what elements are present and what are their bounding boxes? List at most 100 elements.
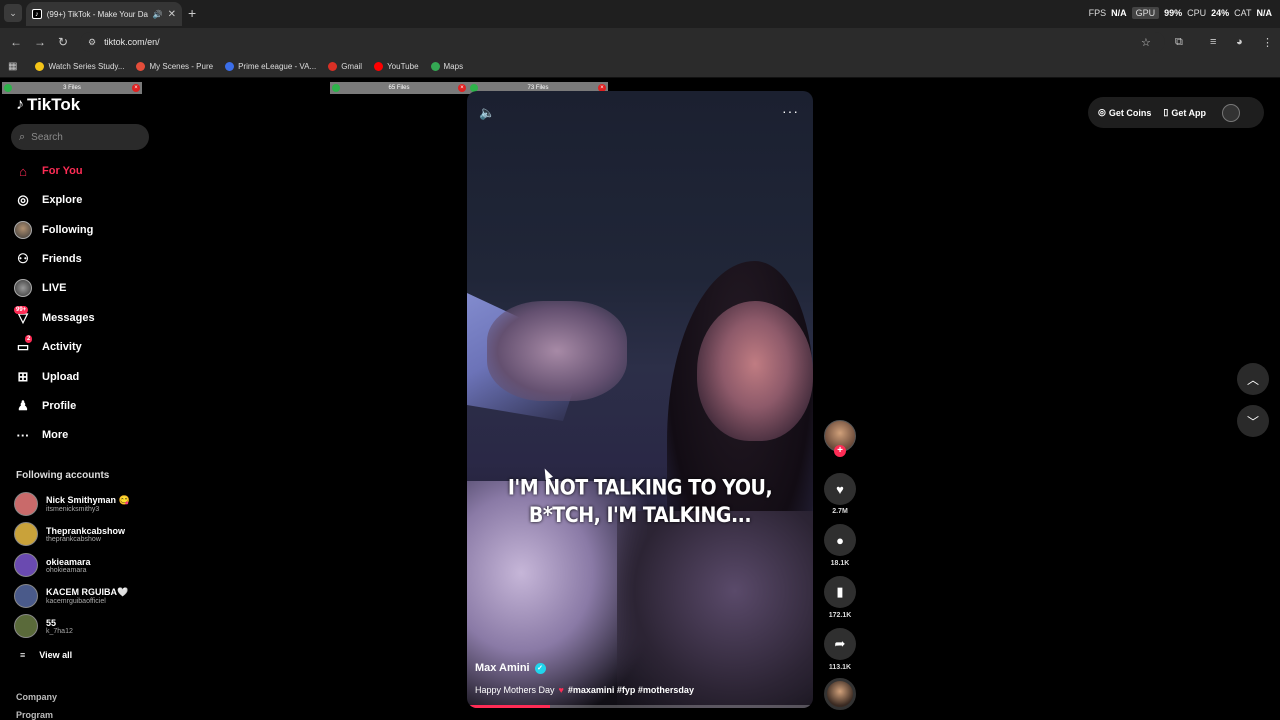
bookmark-icon: ▮ [836,584,844,599]
tab-search-button[interactable]: ⌄ [4,4,22,22]
share-arrow-icon: ➦ [834,636,846,651]
avatar [14,492,38,516]
follow-plus-icon[interactable]: + [834,445,846,457]
fps-value: N/A [1111,8,1127,18]
compass-icon: ◎ [17,192,29,207]
profile-avatar-icon[interactable]: ◕ [1236,36,1243,48]
tiktok-logo[interactable]: ♪ TikTok [16,95,80,115]
footer-company-link[interactable]: Company [16,692,57,702]
tab-close-icon[interactable]: ✕ [168,9,176,20]
messages-badge: 99+ [14,306,29,314]
get-coins-button[interactable]: ◎ Get Coins [1098,107,1151,118]
bookmark-item[interactable]: YouTube [374,62,419,71]
maps-icon [430,62,440,71]
nav-label: More [42,429,69,441]
author-name: Max Amini [475,662,530,674]
nav-live[interactable]: LIVE [14,278,66,298]
following-accounts-title: Following accounts [16,470,110,481]
following-account[interactable]: okieamara ohokieamara [14,553,91,577]
site-info-icon[interactable]: ⚙ [88,37,96,48]
video-frame-detail [487,301,627,401]
following-account[interactable]: Nick Smithyman 😋 itsmenicksmithy3 [14,492,130,516]
cat-value: N/A [1256,8,1273,18]
tab-audio-icon[interactable]: 🔊 [153,10,163,19]
new-tab-button[interactable]: + [188,5,196,21]
bookmark-item[interactable]: Maps [430,62,463,71]
close-icon[interactable]: × [132,84,140,92]
bookmark-icon [35,62,45,71]
nav-more[interactable]: ··· More [14,425,69,445]
url-text[interactable]: tiktok.com/en/ [104,37,160,47]
gmail-icon [328,62,338,71]
apps-grid-icon[interactable]: ▦ [8,61,17,72]
heart-icon: ♥ [836,481,844,497]
like-button[interactable]: ♥ [824,473,856,505]
bookmark-label: Gmail [341,62,363,71]
previous-video-button[interactable]: ︿ [1237,363,1269,395]
bookmark-item[interactable]: Watch Series Study... [35,62,124,71]
forward-arrow-icon[interactable]: → [34,35,46,49]
account-handle: ohokieamara [46,566,87,574]
verified-badge-icon: ✓ [534,662,546,674]
user-avatar[interactable] [1222,103,1240,122]
bookmark-label: YouTube [387,62,419,71]
more-icon: ··· [16,427,30,443]
following-account[interactable]: 55 k_7ha12 [14,614,73,638]
nav-activity[interactable]: ▭ 2 Activity [14,335,82,357]
comment-button[interactable]: ● [824,524,856,556]
view-all-link[interactable]: ≡ View all [20,650,72,660]
get-app-button[interactable]: ▯ Get App [1163,107,1206,118]
video-player[interactable]: 🔈 ··· I'M NOT TALKING TO YOU, B*TCH, I'M… [467,91,813,708]
video-author[interactable]: Max Amini ✓ [475,662,546,674]
media-controls-icon[interactable]: ≡ [1210,36,1216,48]
account-name: 55 [46,617,57,628]
browser-tab[interactable]: ♪ (99+) TikTok - Make Your Day 🔊 ✕ [26,2,182,26]
volume-icon[interactable]: 🔈 [479,105,495,121]
account-handle: itsmenicksmithy3 [46,506,100,513]
nav-explore[interactable]: ◎ Explore [14,190,82,210]
nav-friends[interactable]: ⚇ Friends [14,249,82,269]
video-caption-overlay: I'M NOT TALKING TO YOU, B*TCH, I'M TALKI… [467,475,813,530]
nav-label: Upload [42,371,80,383]
bookmark-item[interactable]: Prime eLeague - VA... [225,62,316,71]
bookmark-item[interactable]: My Scenes - Pure [136,62,213,71]
nav-messages[interactable]: ▽ 99+ Messages [14,306,95,328]
bookmark-item[interactable]: Gmail [328,62,362,71]
close-icon[interactable]: × [458,84,466,92]
nav-for-you[interactable]: ⌂ For You [14,161,82,181]
share-button[interactable]: ➦ [824,628,856,660]
search-box[interactable]: ⌕ [11,124,149,150]
following-account[interactable]: KACEM RGUIBA🤍 kacemrguibaofficiel [14,584,128,608]
bookmark-star-icon[interactable]: ☆ [1141,36,1151,49]
reload-icon[interactable]: ↻ [58,35,68,49]
live-icon [14,279,32,297]
address-bar[interactable]: ⚙ tiktok.com/en/ [80,32,1165,52]
file-overlay-bar: 3 Files × [2,82,142,94]
search-input[interactable] [31,131,132,143]
extensions-icon[interactable]: ⧉ [1175,36,1183,49]
view-all-label: View all [39,650,73,660]
next-video-button[interactable]: ﹀ [1237,405,1269,437]
browser-menu-icon[interactable]: ⋮ [1262,36,1273,49]
logo-text: TikTok [27,95,81,114]
following-account[interactable]: Theprankcabshow theprankcabshow [14,522,125,546]
bookmarks-bar: ▦ Watch Series Study... My Scenes - Pure… [0,56,1280,78]
nav-upload[interactable]: ⊞ Upload [14,367,80,387]
music-disc-icon[interactable] [824,678,856,710]
nav-profile[interactable]: ♟ Profile [14,396,76,416]
gpu-value: 99% [1164,8,1183,18]
back-arrow-icon[interactable]: ← [10,35,22,49]
footer-program-link[interactable]: Program [16,710,53,720]
more-options-icon[interactable]: ··· [782,103,799,119]
video-description: Happy Mothers Day ♥ #maxamini #fyp #moth… [475,685,694,695]
video-progress-bar[interactable] [467,705,813,708]
video-frame-detail [617,511,813,708]
caption-line: B*TCH, I'M TALKING... [528,503,752,528]
save-button[interactable]: ▮ [824,576,856,608]
hashtags[interactable]: #maxamini #fyp #mothersday [568,685,694,695]
description-text: Happy Mothers Day [475,685,555,695]
nav-label: LIVE [42,282,67,294]
search-icon: ⌕ [19,130,26,143]
nav-following[interactable]: Following [14,220,93,240]
chevron-up-icon: ︿ [1246,372,1259,387]
